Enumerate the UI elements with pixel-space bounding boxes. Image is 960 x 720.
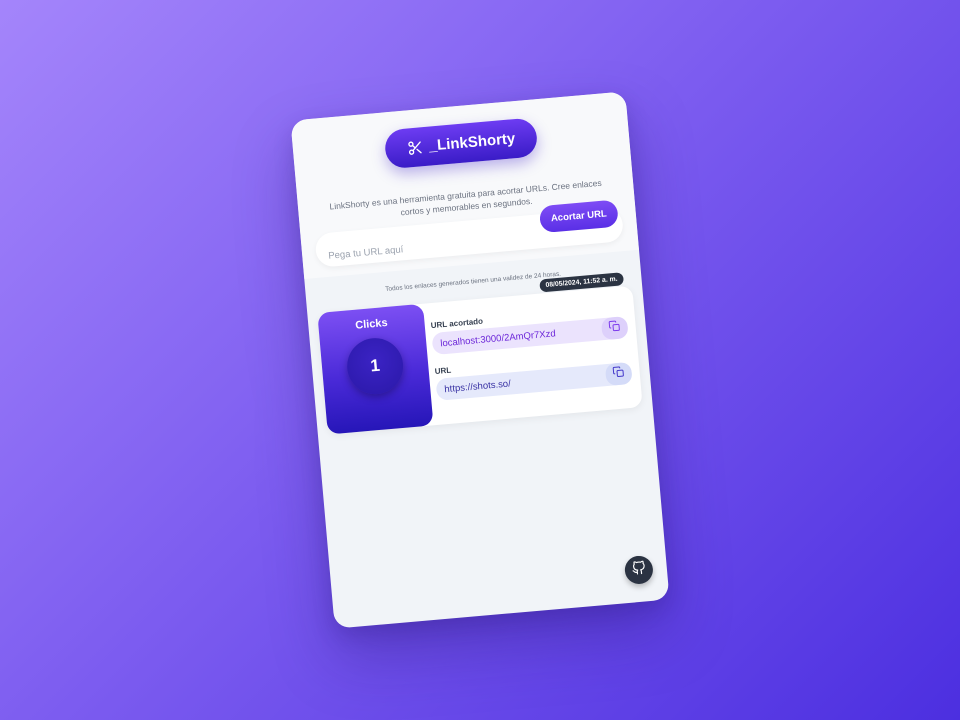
app-card: _LinkShorty LinkShorty es una herramient… [290, 91, 670, 629]
copy-icon [612, 364, 626, 383]
original-url-label: URL [434, 365, 452, 376]
short-url-label: URL acortado [430, 316, 484, 331]
header-area: _LinkShorty LinkShorty es una herramient… [290, 91, 639, 280]
copy-original-url-button[interactable] [604, 361, 633, 387]
scissors-icon [406, 139, 423, 156]
github-icon [631, 560, 647, 580]
url-input[interactable] [315, 235, 491, 264]
link-card: 08/05/2024, 11:52 a. m. Clicks 1 URL aco… [317, 272, 643, 435]
original-url-field: https://shots.so/ [435, 361, 633, 401]
shorten-url-button[interactable]: Acortar URL [538, 199, 619, 234]
copy-icon [608, 319, 622, 338]
clicks-label: Clicks [354, 316, 389, 332]
clicks-panel: Clicks 1 [317, 303, 434, 435]
original-url-value[interactable]: https://shots.so/ [444, 378, 511, 395]
short-url-value[interactable]: localhost:3000/2AmQr7Xzd [440, 328, 556, 349]
github-button[interactable] [623, 554, 655, 586]
clicks-count: 1 [344, 335, 406, 397]
app-name: _LinkShorty [428, 130, 516, 155]
copy-short-url-button[interactable] [600, 316, 629, 341]
